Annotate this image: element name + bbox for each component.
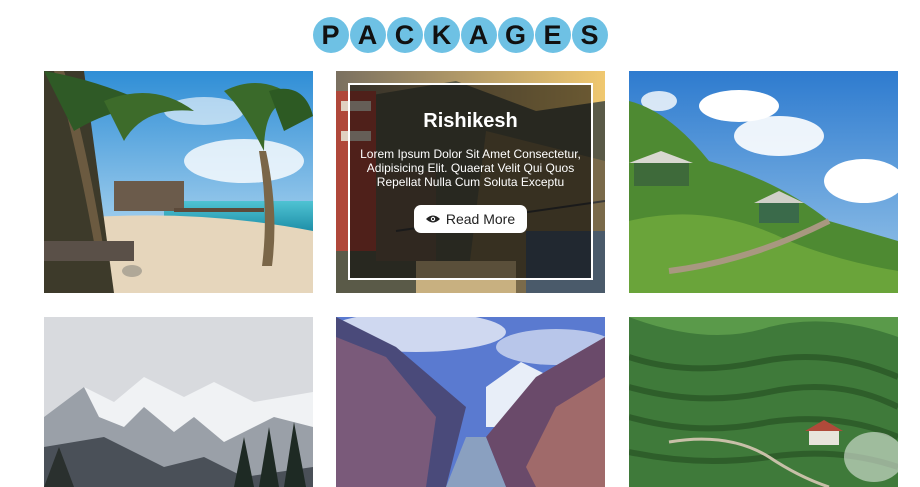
package-card-featured[interactable]: Rishikesh Lorem Ipsum Dolor Sit Amet Con… [336,71,605,293]
package-card-snow-mountains[interactable] [44,317,313,487]
heading-letter: C [386,17,423,53]
heading-letter: A [460,17,497,53]
eye-icon [425,215,440,223]
heading-letter: K [423,17,460,53]
package-card-beach[interactable] [44,71,313,293]
read-more-button[interactable]: Read More [413,205,528,233]
package-description: Lorem Ipsum Dolor Sit Amet Consectetur, … [360,147,581,189]
section-heading: P A C K A G E S [0,17,920,53]
beach-image [44,71,313,293]
package-card-valley[interactable] [336,317,605,487]
valley-image [336,317,605,487]
heading-letter: A [349,17,386,53]
read-more-label: Read More [445,211,516,227]
hills-image [629,71,898,293]
package-card-hills[interactable] [629,71,898,293]
package-overlay: Rishikesh Lorem Ipsum Dolor Sit Amet Con… [348,83,593,280]
package-title: Rishikesh [423,110,518,132]
package-card-tea-gardens[interactable] [629,317,898,487]
tea-gardens-image [629,317,898,487]
heading-letter: S [571,17,608,53]
snow-mountains-image [44,317,313,487]
heading-letter: E [534,17,571,53]
heading-letter: P [312,17,349,53]
heading-letter: G [497,17,534,53]
heading-letters: P A C K A G E S [312,17,608,53]
